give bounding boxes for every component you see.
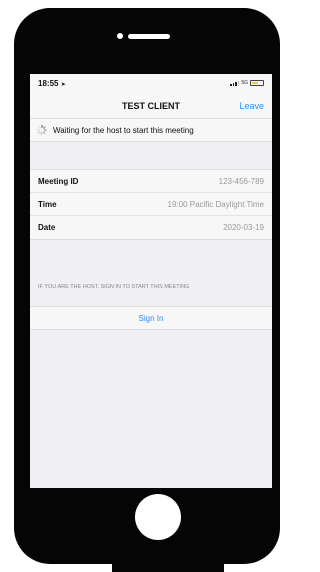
navigation-bar: TEST CLIENT Leave	[30, 94, 272, 119]
front-camera	[117, 33, 123, 39]
meeting-id-value: 123-456-789	[218, 176, 264, 186]
meeting-info-list: Meeting ID 123-456-789 Time 19:00 Pacifi…	[30, 169, 272, 240]
home-button[interactable]	[135, 494, 181, 540]
meeting-date-value: 2020-03-19	[223, 223, 264, 232]
meeting-time-value: 19:00 Pacific Daylight Time	[167, 199, 265, 209]
meeting-time-label: Time	[38, 199, 57, 209]
status-time: 18:55 ➤	[38, 79, 66, 88]
status-time-text: 18:55	[38, 79, 59, 88]
location-arrow-icon: ➤	[60, 82, 66, 88]
earpiece-speaker	[128, 34, 170, 39]
status-bar: 18:55 ➤ 5G	[30, 74, 272, 94]
battery-level	[252, 82, 258, 84]
phone-screen: 18:55 ➤ 5G TEST CLIENT Leave Waiting for…	[30, 74, 272, 488]
loading-spinner-icon	[36, 125, 47, 135]
meeting-id-row: Meeting ID 123-456-789	[30, 170, 272, 193]
waiting-text: Waiting for the host to start this meeti…	[53, 125, 194, 135]
battery-icon	[250, 80, 264, 86]
meeting-date-row: Date 2020-03-19	[30, 216, 272, 239]
meeting-date-label: Date	[38, 223, 56, 232]
waiting-banner: Waiting for the host to start this meeti…	[30, 119, 272, 142]
meeting-time-row: Time 19:00 Pacific Daylight Time	[30, 193, 272, 216]
page-title: TEST CLIENT	[122, 101, 180, 111]
meeting-id-label: Meeting ID	[38, 176, 79, 186]
leave-button[interactable]: Leave	[239, 101, 264, 111]
network-type: 5G	[241, 80, 248, 86]
sign-in-button[interactable]: Sign In	[30, 306, 272, 330]
host-sign-in-hint: IF YOU ARE THE HOST, SIGN IN TO START TH…	[38, 284, 190, 290]
signal-strength-icon	[230, 80, 240, 86]
status-indicators: 5G	[230, 80, 264, 86]
